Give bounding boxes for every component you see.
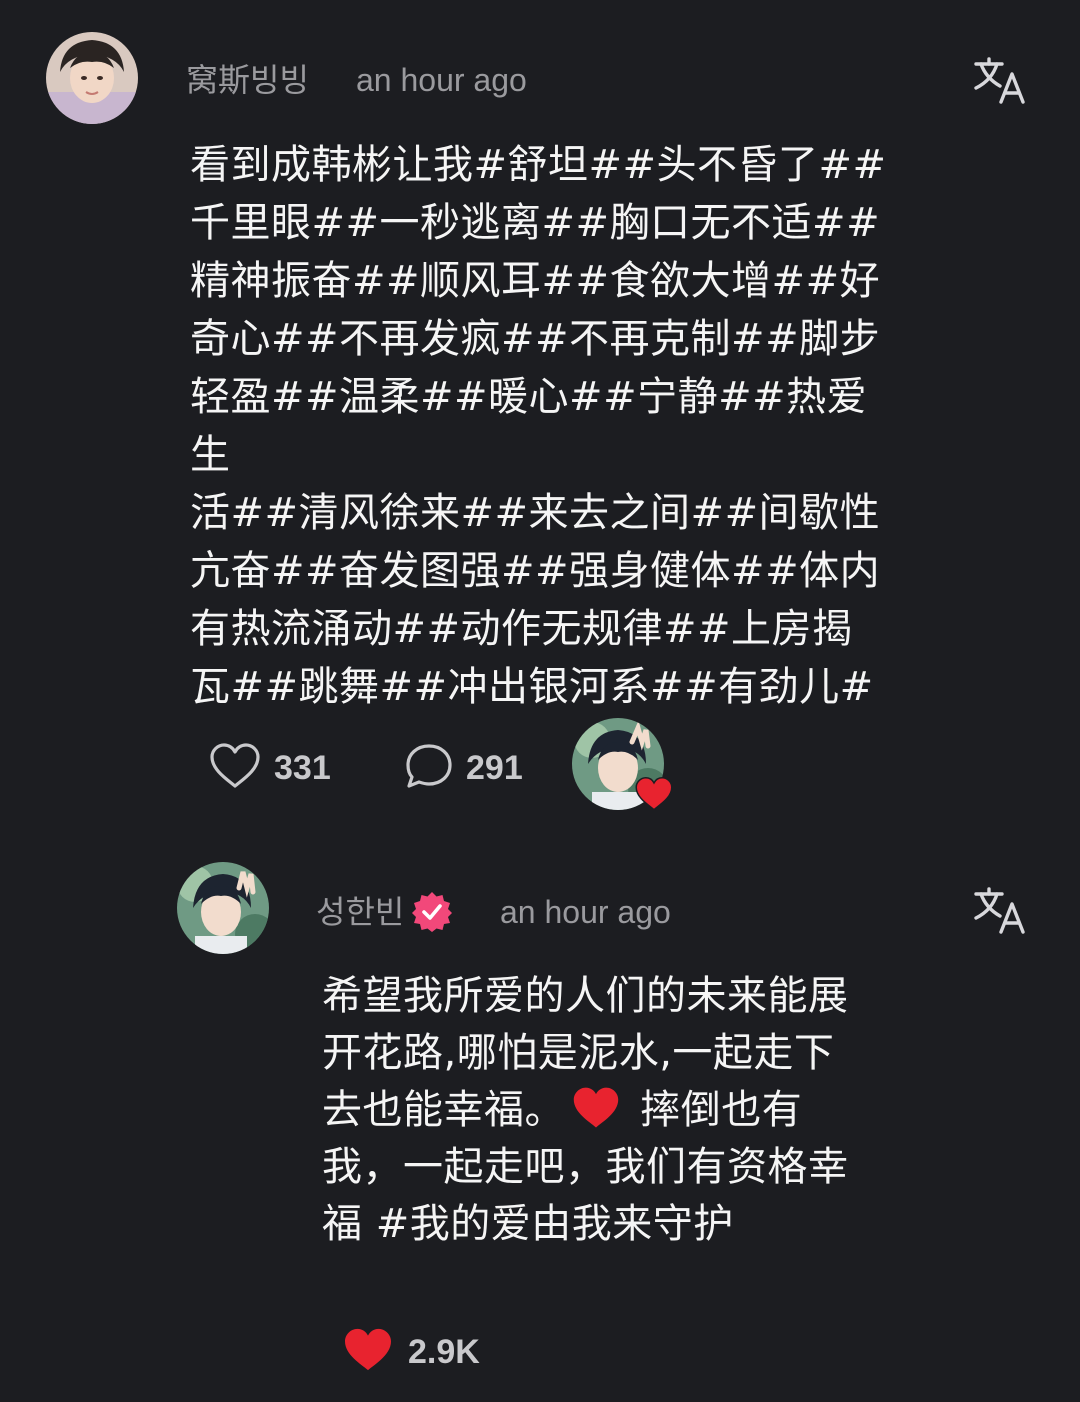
heart-emoji-icon xyxy=(571,1085,621,1131)
replier-username-group[interactable]: 성한빈 xyxy=(316,888,454,936)
heart-filled-icon xyxy=(342,1327,394,1377)
reply-like-button[interactable]: 2.9K xyxy=(342,1324,480,1380)
reply-like-count: 2.9K xyxy=(408,1332,480,1371)
comment-timestamp: an hour ago xyxy=(356,62,527,98)
like-count: 331 xyxy=(274,748,331,787)
creator-liked-indicator xyxy=(572,718,674,814)
heart-outline-icon xyxy=(208,742,262,794)
translate-icon[interactable] xyxy=(972,56,1028,106)
verified-badge-icon xyxy=(410,890,454,934)
avatar-commenter[interactable] xyxy=(46,32,138,124)
comment-actions: 331 291 xyxy=(208,738,572,798)
heart-filled-icon xyxy=(634,776,674,812)
speech-bubble-icon xyxy=(404,742,454,794)
reply-count: 291 xyxy=(466,748,523,787)
reply-button[interactable]: 291 xyxy=(404,742,572,794)
reply-text: 希望我所爱的人们的未来能展 开花路,哪怕是泥水,一起走下 去也能幸福。 摔倒也有… xyxy=(322,968,902,1253)
like-button[interactable]: 331 xyxy=(208,742,404,794)
avatar-replier[interactable] xyxy=(177,862,269,954)
commenter-username[interactable]: 窝斯빙빙 xyxy=(186,56,309,104)
translate-icon[interactable] xyxy=(972,886,1028,936)
reply-timestamp: an hour ago xyxy=(500,894,671,930)
replier-username[interactable]: 성한빈 xyxy=(316,888,404,936)
comment-text: 看到成韩彬让我#舒坦##头不昏了## 千里眼##一秒逃离##胸口无不适## 精神… xyxy=(190,142,887,710)
